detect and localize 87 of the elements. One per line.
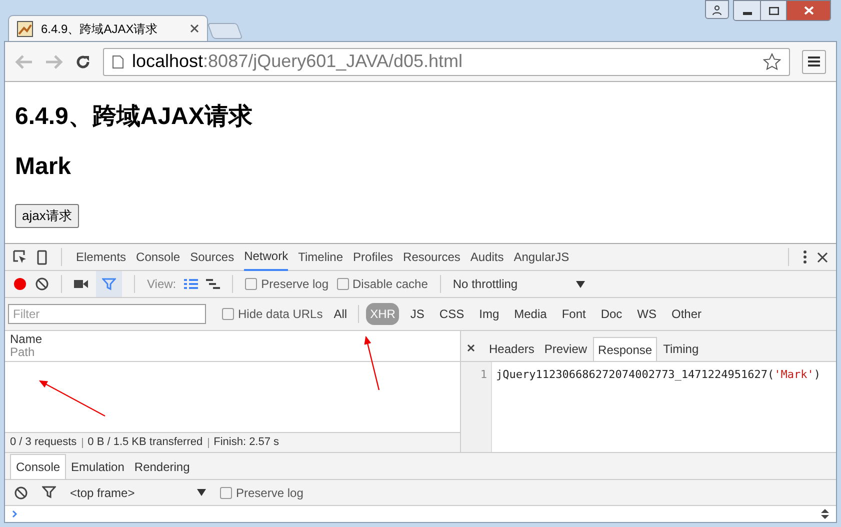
tab-title: 6.4.9、跨域AJAX请求: [41, 20, 159, 38]
type-filter[interactable]: Font: [558, 303, 590, 325]
funnel-icon: [42, 486, 56, 499]
column-subheader: Path: [10, 346, 36, 359]
forward-icon: [45, 54, 63, 68]
address-field[interactable]: localhost:8087/jQuery601_JAVA/d05.html: [103, 48, 790, 76]
type-filter[interactable]: Img: [475, 303, 504, 325]
more-options-icon: [803, 250, 807, 264]
mobile-device-icon: [37, 250, 47, 264]
menu-button[interactable]: [802, 50, 826, 74]
context-dropdown[interactable]: <top frame>: [70, 484, 206, 502]
checkbox-label[interactable]: Preserve log: [220, 484, 304, 502]
type-filter[interactable]: Doc: [596, 303, 626, 325]
ajax-button[interactable]: ajax请求: [15, 204, 79, 228]
type-filter[interactable]: Other: [668, 303, 706, 325]
menu-icon: [808, 56, 820, 67]
checkbox[interactable]: [220, 486, 232, 498]
devtools-tab[interactable]: Audits: [470, 244, 504, 270]
filter-toggle[interactable]: [96, 271, 122, 297]
column-header[interactable]: Name: [10, 333, 455, 346]
devtools-tab[interactable]: Sources: [190, 244, 234, 270]
dropdown-arrow-icon: [576, 280, 585, 288]
close-icon: [190, 24, 199, 33]
page-icon: [112, 54, 124, 68]
clear-icon: [14, 486, 28, 500]
devtools-tab[interactable]: Resources: [403, 244, 460, 270]
drawer-tab[interactable]: Emulation: [66, 454, 130, 479]
page-heading: 6.4.9、跨域AJAX请求: [15, 102, 252, 132]
user-button[interactable]: [705, 0, 729, 19]
type-filter[interactable]: JS: [406, 303, 428, 325]
devtools-tab[interactable]: Console: [136, 244, 180, 270]
close-window-button[interactable]: [786, 1, 830, 20]
checkbox[interactable]: [336, 278, 349, 290]
minimize-button[interactable]: [734, 1, 760, 20]
detail-tab[interactable]: Preview: [540, 337, 592, 361]
devtools-tab[interactable]: Profiles: [353, 244, 394, 270]
checkbox[interactable]: [222, 308, 234, 320]
annotation-arrow-drawing: [364, 336, 380, 390]
filter-input[interactable]: Filter: [8, 304, 206, 324]
detail-tab[interactable]: Timing: [659, 337, 703, 361]
drawer-tab[interactable]: Console: [10, 454, 66, 479]
checkbox[interactable]: [245, 278, 258, 290]
funnel-icon: [102, 278, 116, 290]
checkbox-label[interactable]: Preserve log: [245, 275, 329, 293]
star-icon: [763, 52, 781, 70]
status-text: 0 / 3 requests: [10, 435, 77, 450]
minimize-icon: [742, 12, 752, 15]
page-favicon-icon: [17, 20, 33, 36]
checkbox-label[interactable]: Hide data URLs: [222, 305, 323, 323]
list-view-icon: [184, 279, 198, 289]
type-filter[interactable]: All: [330, 303, 352, 325]
code-line: jQuery112306686272074002773_1471224951627('Mark'): [496, 367, 821, 383]
drawer-tab[interactable]: Rendering: [129, 454, 195, 479]
close-icon: [804, 6, 814, 15]
view-label: View:: [147, 276, 176, 293]
status-text: 0 B / 1.5 KB transferred: [88, 435, 203, 450]
prompt-chevron-icon: [12, 510, 18, 518]
inspect-icon: [13, 250, 27, 264]
reload-icon: [75, 54, 91, 70]
page-subheading: Mark: [15, 152, 72, 182]
restore-icon: [768, 6, 778, 14]
devtools-tab[interactable]: Timeline: [298, 244, 344, 270]
type-filter[interactable]: WS: [633, 303, 661, 325]
new-tab-button[interactable]: [207, 23, 243, 39]
video-camera-icon: [74, 279, 88, 289]
detail-tab[interactable]: Response: [593, 337, 658, 361]
close-icon: [467, 344, 475, 352]
type-filter[interactable]: Media: [510, 303, 551, 325]
devtools-tab[interactable]: Elements: [76, 244, 126, 270]
throttling-dropdown[interactable]: No throttling: [452, 275, 585, 293]
clear-icon: [35, 277, 49, 291]
type-filter[interactable]: CSS: [435, 303, 468, 325]
line-number: 1: [480, 367, 487, 383]
restore-button[interactable]: [760, 1, 786, 20]
annotation-arrow-drawing: [38, 380, 106, 417]
waterfall-view-icon: [206, 279, 220, 289]
status-text: Finish: 2.57 s: [214, 435, 280, 450]
dropdown-arrow-icon: [197, 489, 206, 496]
url-text: localhost:8087/jQuery601_JAVA/d05.html: [132, 50, 464, 73]
detail-tab[interactable]: Headers: [485, 337, 538, 361]
checkbox-label[interactable]: Disable cache: [336, 275, 428, 293]
scroll-arrows-icon: [821, 509, 829, 519]
back-icon: [15, 54, 33, 68]
devtools-tab[interactable]: AngularJS: [514, 244, 570, 270]
browser-tab[interactable]: 6.4.9、跨域AJAX请求: [8, 15, 208, 41]
person-icon: [712, 4, 722, 14]
close-icon: [817, 252, 828, 262]
